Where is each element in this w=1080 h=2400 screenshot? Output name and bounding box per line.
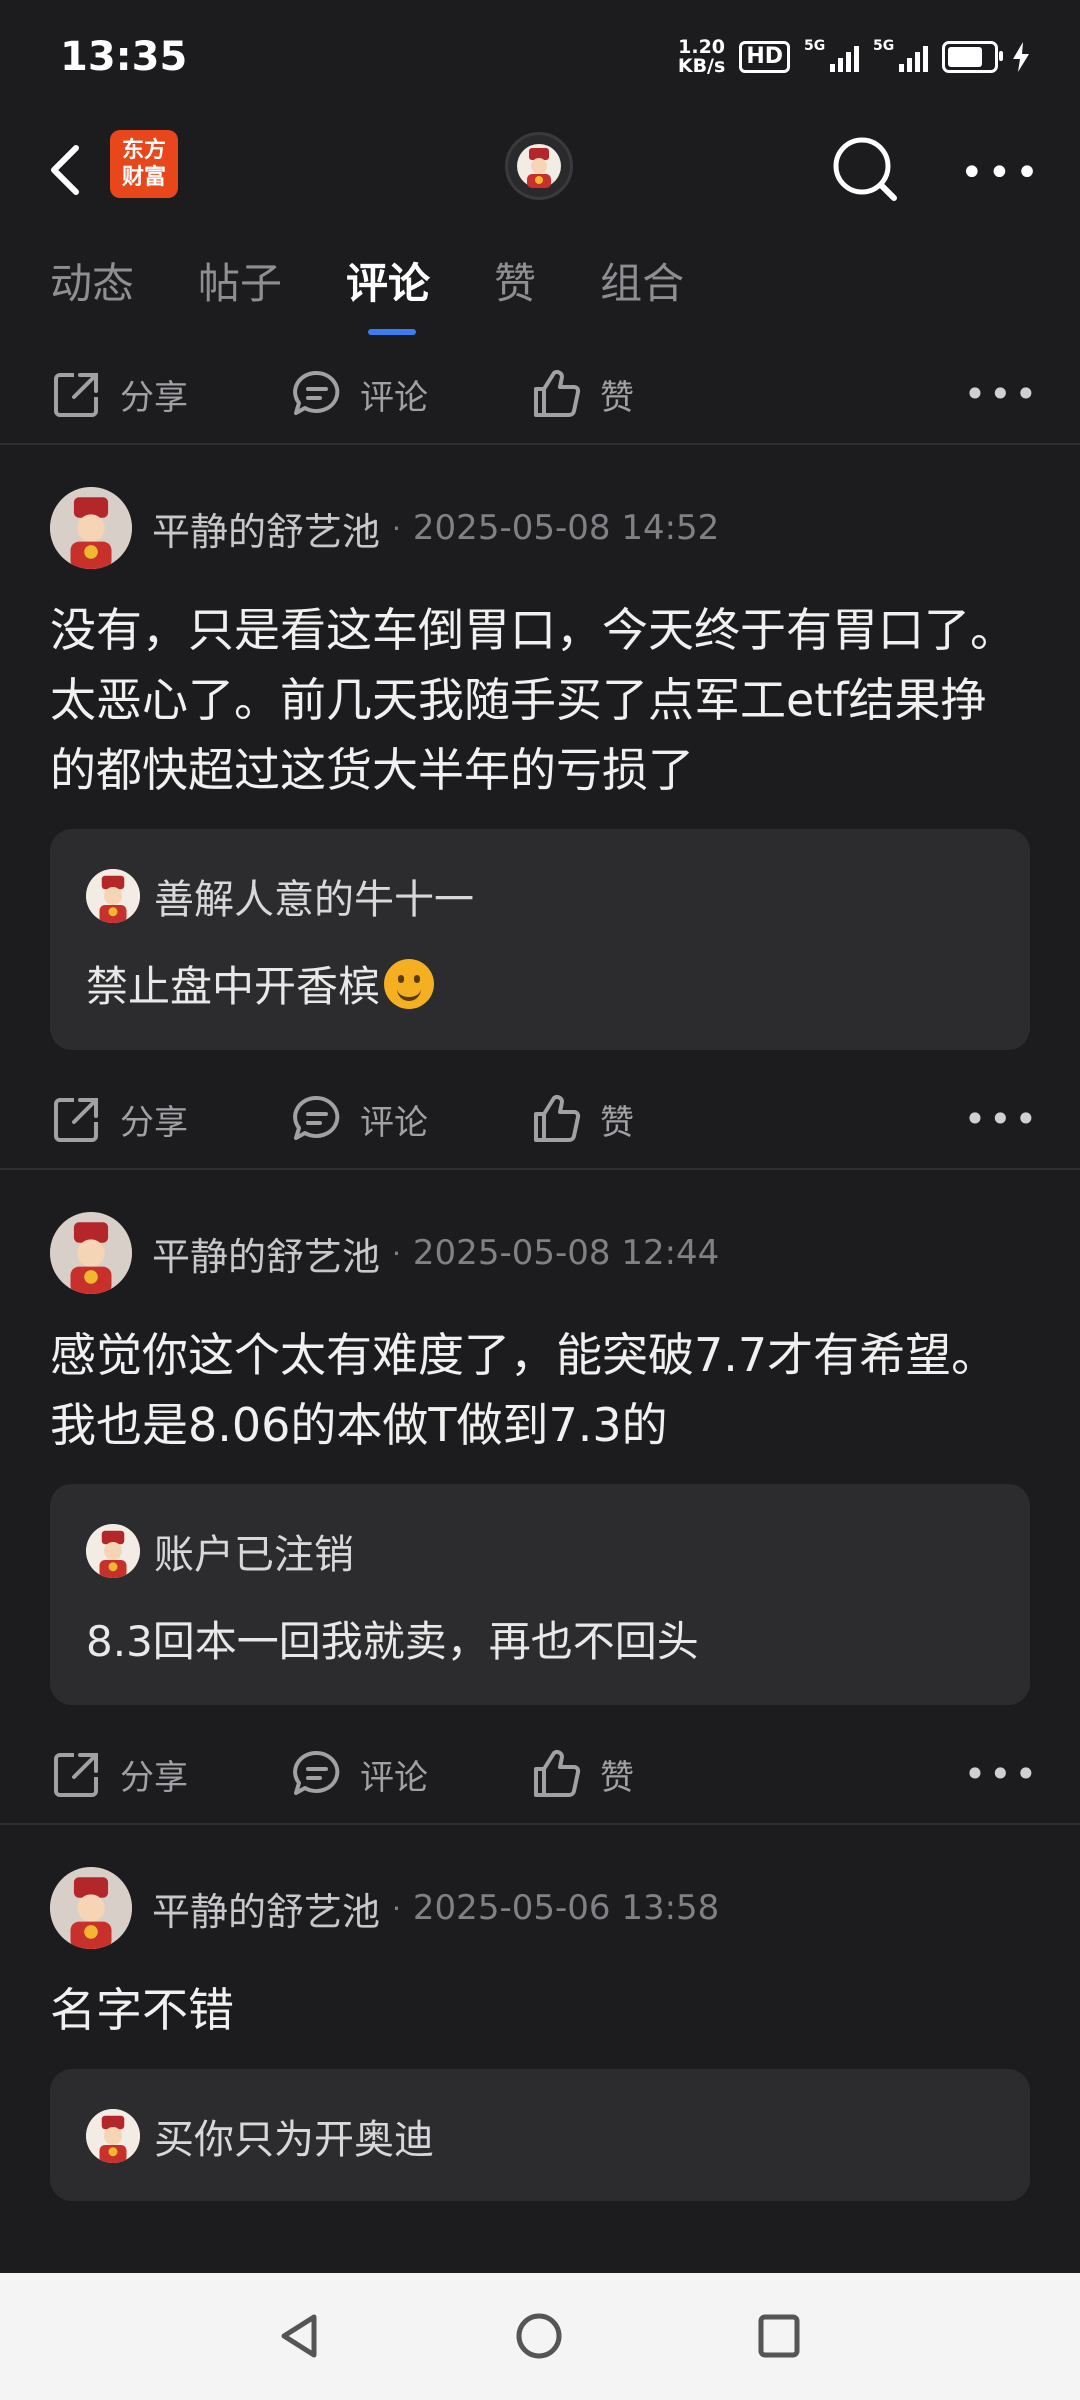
- system-nav-bar: [0, 2273, 1080, 2400]
- comment-card[interactable]: 平静的舒艺池 · 2025-05-08 12:44 感觉你这个太有难度了，能突破…: [0, 1210, 1080, 1705]
- comment-meta: 平静的舒艺池 · 2025-05-08 12:44: [50, 1210, 1030, 1296]
- status-time: 13:35: [60, 34, 188, 80]
- share-icon: [54, 373, 98, 417]
- status-icons: 1.20 KB/s HD 5G 5G: [678, 38, 1030, 76]
- comment-meta: 平静的舒艺池 · 2025-05-06 13:58: [50, 1865, 1030, 1951]
- comment-icon: [293, 370, 340, 415]
- signal-icon-sim2: 5G: [873, 38, 928, 72]
- back-arrow-icon[interactable]: [40, 130, 96, 210]
- user-avatar[interactable]: [50, 1212, 132, 1294]
- caishen-avatar-icon: [86, 1524, 140, 1578]
- smiley-emoji-icon: [384, 958, 435, 1009]
- username[interactable]: 平静的舒艺池: [152, 1881, 380, 1936]
- quoted-post[interactable]: 善解人意的牛十一 禁止盘中开香槟: [50, 829, 1030, 1050]
- quoted-post[interactable]: 账户已注销 8.3回本一回我就卖，再也不回头: [50, 1484, 1030, 1705]
- status-bar: 13:35 1.20 KB/s HD 5G 5G: [0, 0, 1080, 120]
- timestamp: 2025-05-08 14:52: [412, 508, 720, 548]
- user-avatar[interactable]: [50, 1867, 132, 1949]
- caishen-avatar-icon: [86, 2109, 140, 2163]
- caishen-avatar-icon: [517, 144, 561, 188]
- hd-badge: HD: [739, 41, 790, 73]
- quoted-username: 账户已注销: [154, 1532, 354, 1578]
- quoted-username: 买你只为开奥迪: [154, 2117, 434, 2163]
- quoted-text: 禁止盘中开香槟: [86, 953, 992, 1014]
- like-button[interactable]: 赞: [530, 1725, 634, 1823]
- more-options-icon[interactable]: •••: [964, 345, 1040, 443]
- caishen-avatar-icon: [86, 869, 140, 923]
- tab-likes[interactable]: 赞: [494, 250, 536, 311]
- divider: [0, 443, 1080, 445]
- comment-button[interactable]: 评论: [290, 1725, 428, 1823]
- caishen-avatar-icon: [50, 487, 132, 569]
- top-header: 东方 财富 •••: [0, 120, 1080, 220]
- battery-icon: [942, 41, 1003, 73]
- action-bar: 分享 评论 赞 •••: [0, 1070, 1080, 1168]
- comment-icon: [293, 1095, 340, 1140]
- quoted-post[interactable]: 买你只为开奥迪: [50, 2069, 1030, 2201]
- username[interactable]: 平静的舒艺池: [152, 1226, 380, 1281]
- profile-avatar[interactable]: [505, 132, 573, 200]
- tab-comments[interactable]: 评论: [346, 250, 430, 335]
- like-button[interactable]: 赞: [530, 1070, 634, 1168]
- comment-card[interactable]: 平静的舒艺池 · 2025-05-06 13:58 名字不错 买你只为开奥迪: [0, 1865, 1080, 2201]
- thumbs-up-icon: [534, 1095, 581, 1142]
- nav-recents-icon[interactable]: [756, 2311, 802, 2361]
- share-icon: [54, 1753, 98, 1797]
- signal-icon-sim1: 5G: [804, 38, 859, 72]
- share-button[interactable]: 分享: [50, 345, 188, 443]
- network-speed: 1.20 KB/s: [677, 36, 726, 77]
- thumbs-up-icon: [534, 1750, 581, 1797]
- comment-text: 没有，只是看这车倒胃口，今天终于有胃口了。太恶心了。前几天我随手买了点军工etf…: [50, 603, 1016, 797]
- more-options-icon[interactable]: •••: [964, 1070, 1040, 1168]
- timestamp: 2025-05-06 13:58: [412, 1888, 720, 1928]
- comment-text: 感觉你这个太有难度了，能突破7.7才有希望。我也是8.06的本做T做到7.3的: [50, 1328, 998, 1452]
- action-bar: 分享 评论 赞 •••: [0, 345, 1080, 443]
- caishen-avatar-icon: [50, 1867, 132, 1949]
- quoted-username: 善解人意的牛十一: [154, 877, 474, 923]
- user-avatar[interactable]: [50, 487, 132, 569]
- tab-portfolio[interactable]: 组合: [600, 250, 684, 311]
- quoted-user-avatar: [86, 2109, 140, 2163]
- divider: [0, 1168, 1080, 1170]
- quoted-user-avatar: [86, 869, 140, 923]
- comment-icon: [293, 1750, 340, 1795]
- tab-dynamics[interactable]: 动态: [50, 250, 134, 311]
- divider: [0, 1823, 1080, 1825]
- like-button[interactable]: 赞: [530, 345, 634, 443]
- comment-button[interactable]: 评论: [290, 345, 428, 443]
- quoted-text: 8.3回本一回我就卖，再也不回头: [86, 1617, 699, 1666]
- comment-feed[interactable]: 分享 评论 赞 ••• 平静的舒艺池 · 2025-05-08 14:52 没有…: [0, 345, 1080, 2273]
- tab-posts[interactable]: 帖子: [198, 250, 282, 311]
- comment-meta: 平静的舒艺池 · 2025-05-08 14:52: [50, 485, 1030, 571]
- thumbs-up-icon: [534, 370, 581, 417]
- comment-button[interactable]: 评论: [290, 1070, 428, 1168]
- search-icon[interactable]: [830, 128, 902, 208]
- comment-text: 名字不错: [50, 1983, 234, 2037]
- nav-back-icon[interactable]: [276, 2311, 322, 2361]
- comment-card[interactable]: 平静的舒艺池 · 2025-05-08 14:52 没有，只是看这车倒胃口，今天…: [0, 485, 1080, 1050]
- nav-home-icon[interactable]: [514, 2311, 564, 2361]
- app-logo[interactable]: 东方 财富: [110, 130, 178, 198]
- share-button[interactable]: 分享: [50, 1725, 188, 1823]
- charging-icon: [1013, 42, 1029, 72]
- username[interactable]: 平静的舒艺池: [152, 501, 380, 556]
- share-button[interactable]: 分享: [50, 1070, 188, 1168]
- profile-tabs: 动态 帖子 评论 赞 组合: [50, 250, 684, 335]
- action-bar: 分享 评论 赞 •••: [0, 1725, 1080, 1823]
- quoted-user-avatar: [86, 1524, 140, 1578]
- timestamp: 2025-05-08 12:44: [412, 1233, 720, 1273]
- more-menu-icon[interactable]: •••: [960, 150, 1043, 196]
- more-options-icon[interactable]: •••: [964, 1725, 1040, 1823]
- share-icon: [54, 1098, 98, 1142]
- caishen-avatar-icon: [50, 1212, 132, 1294]
